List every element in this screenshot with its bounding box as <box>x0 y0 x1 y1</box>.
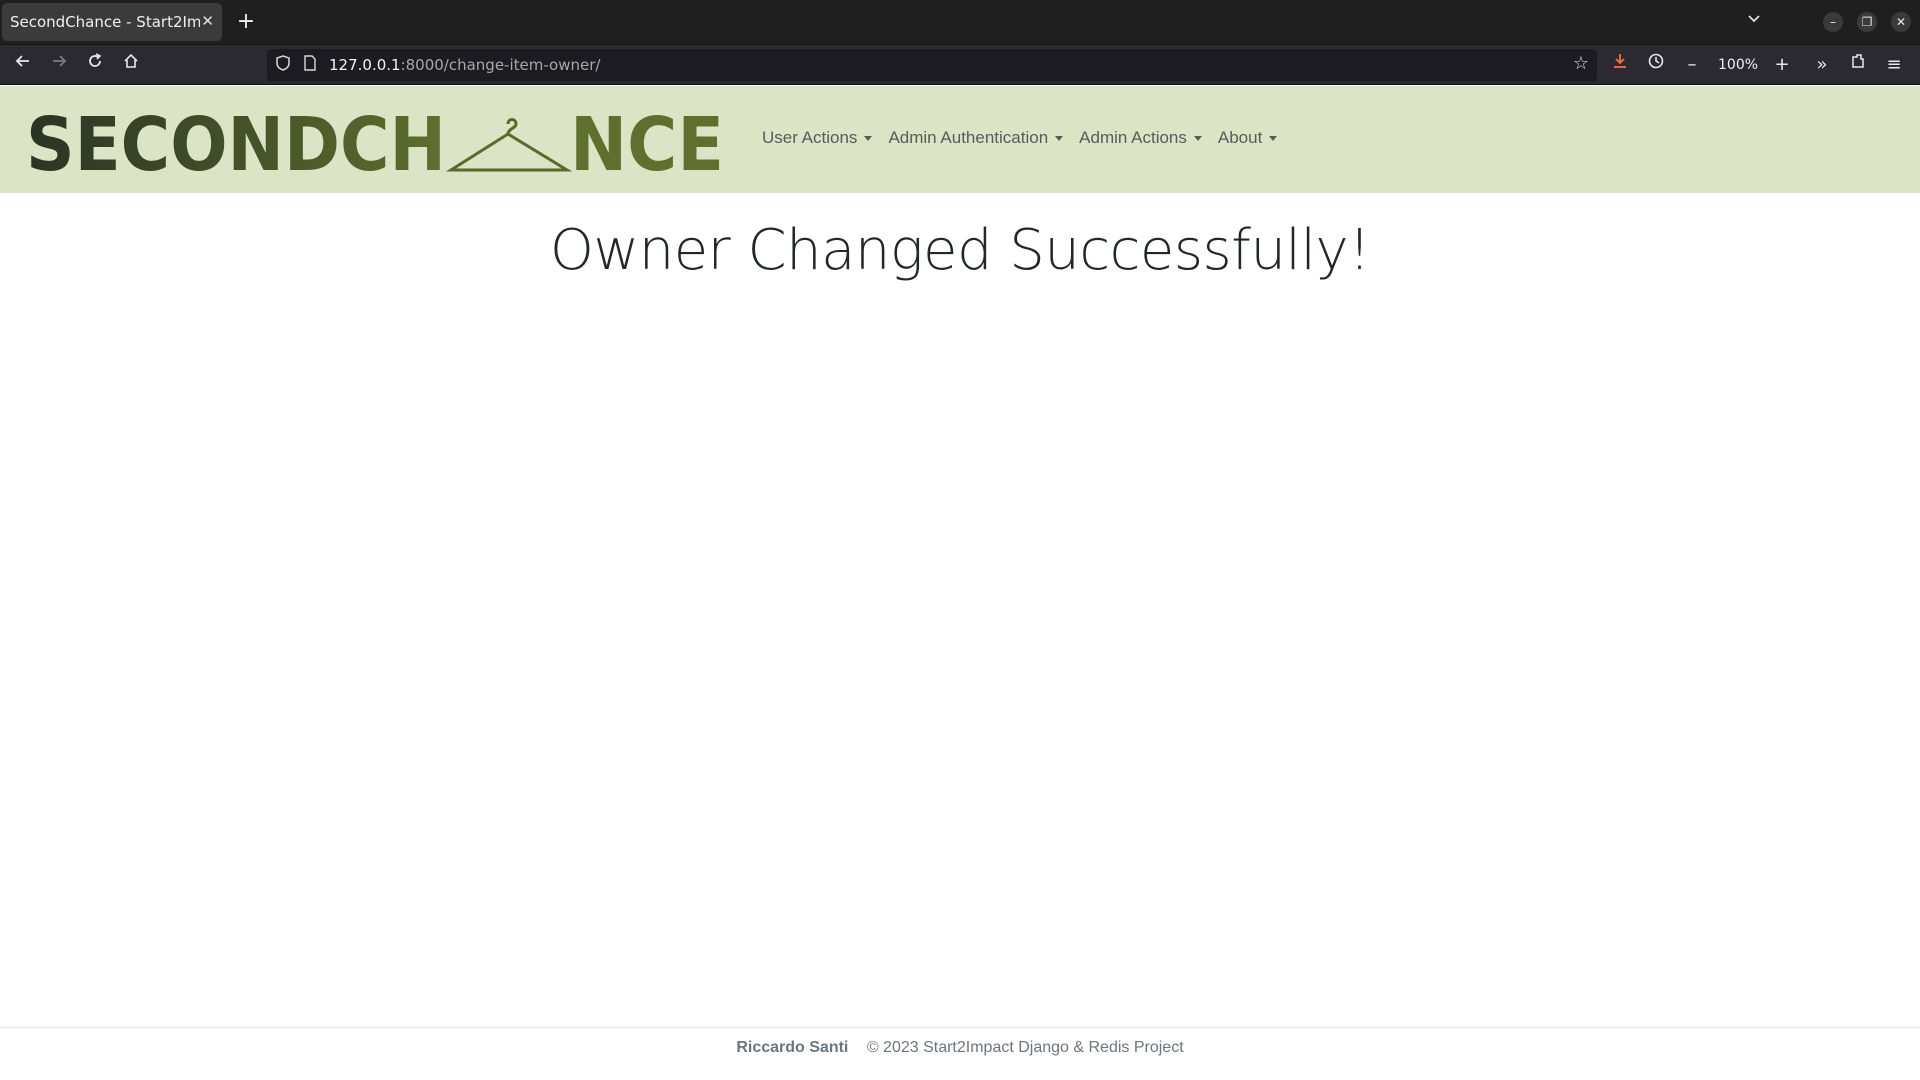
shield-icon[interactable] <box>275 54 291 76</box>
browser-tab[interactable]: SecondChance - Start2Impact ✕ <box>2 3 222 41</box>
footer-copyright: © 2023 Start2Impact Django & Redis Proje… <box>866 1039 1184 1056</box>
footer-author: Riccardo Santi <box>736 1039 849 1056</box>
zoom-level[interactable]: 100% <box>1718 57 1758 73</box>
secondchance-logo[interactable]: SECONDCH NCE <box>26 98 726 188</box>
extensions-icon[interactable] <box>1844 51 1872 79</box>
close-tab-icon[interactable]: ✕ <box>201 12 214 30</box>
app-menu-icon[interactable]: ≡ <box>1880 51 1908 79</box>
zoom-in-icon[interactable]: + <box>1768 51 1796 79</box>
caret-down-icon <box>1269 135 1278 141</box>
menu-admin-actions[interactable]: Admin Actions <box>1079 128 1202 148</box>
svg-text:SECONDCH: SECONDCH <box>26 102 446 184</box>
main-menu: User Actions Admin Authentication Admin … <box>762 128 1293 148</box>
site-header: SECONDCH NCE User Actions Admin Authenti… <box>0 86 1920 193</box>
tab-title: SecondChance - Start2Impact <box>10 13 200 31</box>
bookmark-star-icon[interactable]: ☆ <box>1573 53 1589 74</box>
zoom-out-icon[interactable]: – <box>1678 51 1706 79</box>
url-bar[interactable]: 127.0.0.1:8000/change-item-owner/ ☆ <box>267 49 1597 81</box>
new-tab-button[interactable]: + <box>232 8 260 36</box>
menu-user-actions[interactable]: User Actions <box>762 128 873 148</box>
url-text[interactable]: 127.0.0.1:8000/change-item-owner/ <box>329 56 600 74</box>
caret-down-icon <box>1055 135 1064 141</box>
home-icon[interactable] <box>117 51 145 79</box>
overflow-chevrons-icon[interactable]: » <box>1808 51 1836 79</box>
reload-icon[interactable] <box>81 51 109 79</box>
browser-toolbar: 127.0.0.1:8000/change-item-owner/ ☆ – 10… <box>0 44 1920 85</box>
caret-down-icon <box>1193 135 1202 141</box>
svg-text:NCE: NCE <box>570 102 724 184</box>
hanger-icon <box>445 118 573 172</box>
browser-tab-bar: SecondChance - Start2Impact ✕ + – ❐ ✕ <box>0 0 1920 44</box>
menu-about[interactable]: About <box>1218 128 1278 148</box>
footer: Riccardo Santi © 2023 Start2Impact Djang… <box>0 1027 1920 1080</box>
close-window-icon[interactable]: ✕ <box>1891 12 1911 32</box>
page-title: Owner Changed Successfully! <box>549 218 1371 283</box>
minimize-window-icon[interactable]: – <box>1823 12 1843 32</box>
caret-down-icon <box>864 135 873 141</box>
page-info-icon[interactable] <box>303 54 317 76</box>
history-icon[interactable] <box>1642 51 1670 79</box>
list-tabs-icon[interactable] <box>1746 10 1762 30</box>
menu-admin-authentication[interactable]: Admin Authentication <box>888 128 1064 148</box>
download-icon[interactable] <box>1606 51 1634 79</box>
forward-icon[interactable] <box>45 51 73 79</box>
back-icon[interactable] <box>9 51 37 79</box>
restore-window-icon[interactable]: ❐ <box>1857 12 1877 32</box>
